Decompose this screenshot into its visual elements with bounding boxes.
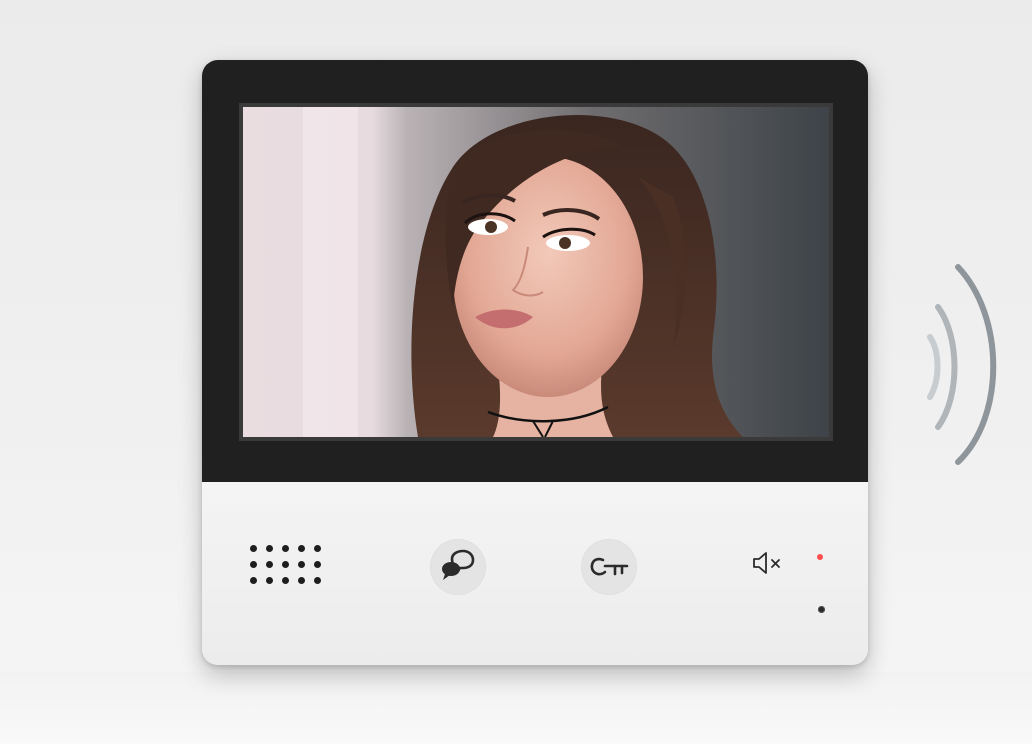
control-panel [202,482,868,665]
screen-bezel [202,60,868,482]
mute-button[interactable] [750,548,790,578]
status-led-red [817,554,823,560]
speaker-mute-icon [753,552,780,574]
light-sensor [818,606,825,613]
wireless-signal-icon [927,264,997,465]
talk-button[interactable] [430,539,486,595]
speech-bubbles-icon [442,549,475,580]
key-icon [590,557,629,576]
unlock-door-button[interactable] [581,539,637,595]
floor-background [0,672,1032,744]
monitor-screen [239,103,833,441]
speaker-grille [248,543,332,593]
video-intercom-monitor [202,60,868,665]
camera-feed-view [243,107,829,437]
